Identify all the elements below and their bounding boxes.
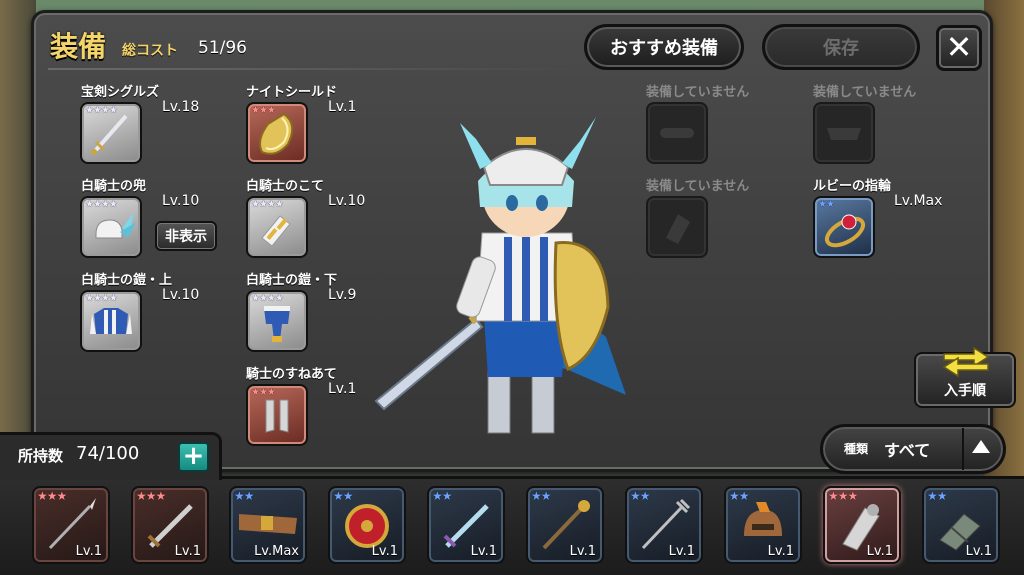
- rarity-stars: ★★★: [136, 489, 166, 503]
- inventory-count-value: 74/100: [76, 443, 140, 464]
- inventory-item[interactable]: ★★★ Lv.1: [32, 486, 110, 564]
- rarity-stars: ★★: [729, 489, 749, 503]
- rarity-stars: ★★: [927, 489, 947, 503]
- glove-slot-icon: [666, 214, 690, 244]
- swap-arrows-icon: [942, 346, 990, 378]
- item-level: Lv.1: [668, 544, 695, 559]
- close-button[interactable]: ✕: [936, 25, 982, 71]
- slot-ring[interactable]: ★★: [813, 196, 875, 258]
- rarity-stars: ★★: [818, 199, 835, 210]
- expand-inventory-button[interactable]: +: [178, 442, 209, 472]
- slot-level-shield: Lv.1: [328, 99, 357, 115]
- inventory-item[interactable]: ★★ Lv.1: [526, 486, 604, 564]
- slot-name-greaves: 騎士のすねあて: [246, 367, 337, 382]
- rarity-stars: ★★: [234, 489, 254, 503]
- item-level: Lv.1: [75, 544, 102, 559]
- rarity-stars: ★★: [531, 489, 551, 503]
- rarity-stars: ★★★: [37, 489, 67, 503]
- slot-name-gauntlet: 白騎士のこて: [246, 179, 325, 194]
- slot-name-armor-top: 白騎士の鎧・上: [81, 273, 173, 288]
- slot-gauntlet[interactable]: ★★★★: [246, 196, 308, 258]
- slot-helmet[interactable]: ★★★★: [80, 196, 142, 258]
- rarity-stars: ★★★★: [251, 293, 284, 304]
- belt-slot-icon: [660, 128, 694, 138]
- inventory-item-selected[interactable]: ★★★ Lv.1: [823, 486, 901, 564]
- slot-accessory-3[interactable]: [646, 196, 708, 258]
- title-divider: [48, 68, 578, 70]
- slot-name-armor-bottom: 白騎士の鎧・下: [246, 273, 338, 288]
- slot-label-accessory-3: 装備していません: [646, 179, 750, 194]
- filter-kind-label: 種類: [844, 442, 869, 456]
- rarity-stars: ★★★: [828, 489, 858, 503]
- slot-greaves[interactable]: ★★★: [246, 384, 308, 446]
- inventory-item[interactable]: ★★ Lv.1: [427, 486, 505, 564]
- slot-level-greaves: Lv.1: [328, 381, 357, 397]
- equipment-panel: 装備 総コスト 51/96 おすすめ装備 保存 ✕ 宝剣シグルズ Lv.18 ★…: [31, 10, 1016, 472]
- total-cost-value: 51/96: [198, 38, 247, 58]
- page-title: 装備: [50, 30, 107, 63]
- slot-label-accessory-1: 装備していません: [646, 85, 750, 100]
- item-level: Lv.1: [767, 544, 794, 559]
- item-level: Lv.1: [174, 544, 201, 559]
- slot-weapon[interactable]: ★★★★: [80, 102, 142, 164]
- total-cost-label: 総コスト: [122, 43, 178, 59]
- filter-divider: [962, 428, 964, 470]
- sort-label: 入手順: [944, 383, 986, 399]
- slot-label-accessory-2: 装備していません: [813, 85, 917, 100]
- character-knight: [374, 117, 626, 434]
- slot-armor-top[interactable]: ★★★★: [80, 290, 142, 352]
- chevron-up-icon[interactable]: [972, 440, 990, 453]
- slot-shield[interactable]: ★★★: [246, 102, 308, 164]
- item-level: Lv.1: [371, 544, 398, 559]
- rarity-stars: ★★★★: [251, 199, 284, 210]
- plus-icon: +: [182, 441, 205, 471]
- inventory-item[interactable]: ★★ Lv.1: [625, 486, 703, 564]
- slot-name-helmet: 白騎士の兜: [81, 179, 147, 194]
- item-level: Lv.1: [569, 544, 596, 559]
- rarity-stars: ★★★: [251, 105, 276, 116]
- slot-level-ring: Lv.Max: [894, 193, 943, 209]
- filter-selected-value[interactable]: すべて: [884, 437, 930, 461]
- inventory-count-label: 所持数: [18, 447, 64, 465]
- recommend-equipment-button[interactable]: おすすめ装備: [584, 24, 744, 70]
- slot-level-weapon: Lv.18: [162, 99, 200, 115]
- sort-acquired-button[interactable]: 入手順: [914, 346, 1016, 408]
- slot-level-armor-bottom: Lv.9: [328, 287, 357, 303]
- slot-accessory-2[interactable]: [813, 102, 875, 164]
- rarity-stars: ★★: [630, 489, 650, 503]
- slot-name-weapon: 宝剣シグルズ: [81, 85, 160, 100]
- slot-name-shield: ナイトシールド: [246, 85, 338, 100]
- close-icon: ✕: [945, 28, 973, 66]
- rarity-stars: ★★★: [251, 387, 276, 398]
- inventory-item[interactable]: ★★ Lv.1: [328, 486, 406, 564]
- slot-level-helmet: Lv.10: [162, 193, 200, 209]
- inventory-item[interactable]: ★★ Lv.1: [922, 486, 1000, 564]
- slot-name-ring: ルビーの指輪: [813, 179, 892, 194]
- item-level: Lv.1: [470, 544, 497, 559]
- hide-helmet-button[interactable]: 非表示: [155, 221, 217, 251]
- item-level: Lv.Max: [254, 544, 299, 559]
- inventory-item[interactable]: ★★★ Lv.1: [131, 486, 209, 564]
- slot-accessory-1[interactable]: [646, 102, 708, 164]
- slot-armor-bottom[interactable]: ★★★★: [246, 290, 308, 352]
- rarity-stars: ★★: [432, 489, 452, 503]
- inventory-item[interactable]: ★★ Lv.Max: [229, 486, 307, 564]
- collar-slot-icon: [827, 128, 861, 140]
- inventory-item[interactable]: ★★ Lv.1: [724, 486, 802, 564]
- item-level: Lv.1: [866, 544, 893, 559]
- rarity-stars: ★★★★: [85, 105, 118, 116]
- rarity-stars: ★★★★: [85, 199, 118, 210]
- slot-level-armor-top: Lv.10: [162, 287, 200, 303]
- rarity-stars: ★★: [333, 489, 353, 503]
- item-level: Lv.1: [965, 544, 992, 559]
- save-button[interactable]: 保存: [762, 24, 920, 70]
- rarity-stars: ★★★★: [85, 293, 118, 304]
